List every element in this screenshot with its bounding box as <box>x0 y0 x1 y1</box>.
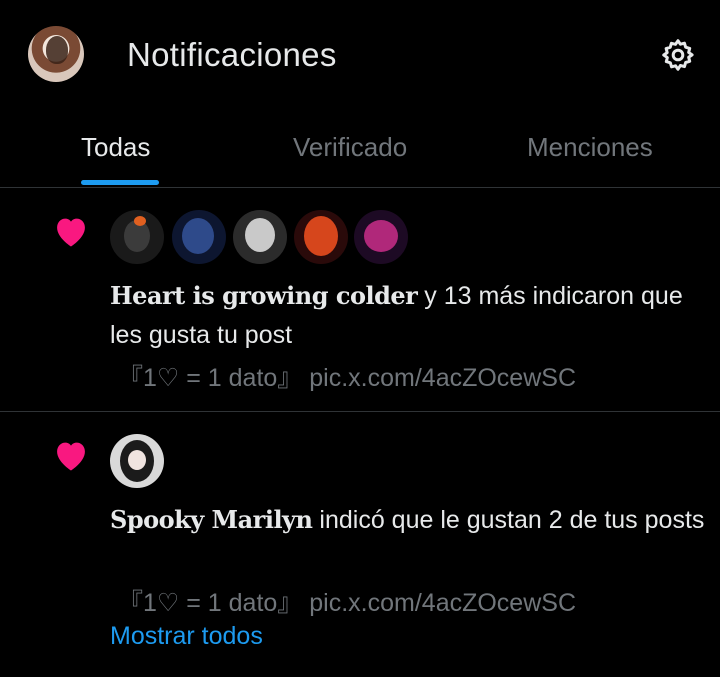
avatar[interactable] <box>110 210 164 264</box>
avatar[interactable] <box>110 434 164 488</box>
notification-user[interactable]: Spooky Marilyn <box>110 505 313 534</box>
tab-menciones[interactable]: Menciones <box>527 132 653 163</box>
page-title: Notificaciones <box>127 36 337 73</box>
notification-item[interactable]: Spooky Marilyn indicó que le gustan 2 de… <box>0 412 720 677</box>
tab-todas[interactable]: Todas <box>81 132 150 163</box>
avatar[interactable] <box>172 210 226 264</box>
notification-text: Spooky Marilyn indicó que le gustan 2 de… <box>110 500 710 540</box>
notification-text: Heart is growing colder y 13 más indicar… <box>110 276 710 355</box>
avatar[interactable] <box>354 210 408 264</box>
tab-verificado[interactable]: Verificado <box>293 132 407 163</box>
avatar[interactable] <box>233 210 287 264</box>
notification-action: indicó que le gustan 2 de tus posts <box>312 506 705 534</box>
notification-user[interactable]: Heart is growing colder <box>110 281 418 310</box>
post-preview[interactable]: 『1♡ = 1 dato』 pic.x.com/4acZOcewSC <box>118 583 576 619</box>
profile-avatar[interactable] <box>28 26 84 82</box>
active-tab-indicator <box>81 180 159 185</box>
avatar[interactable] <box>294 210 348 264</box>
heart-icon <box>57 218 85 247</box>
gear-icon[interactable] <box>660 37 696 73</box>
top-bar: Notificaciones <box>0 0 720 110</box>
tab-bar: Todas Verificado Menciones <box>0 110 720 188</box>
heart-icon <box>57 442 85 471</box>
post-preview[interactable]: 『1♡ = 1 dato』 pic.x.com/4acZOcewSC <box>118 358 576 394</box>
show-all-link[interactable]: Mostrar todos <box>110 622 263 651</box>
notification-item[interactable]: Heart is growing colder y 13 más indicar… <box>0 188 720 412</box>
